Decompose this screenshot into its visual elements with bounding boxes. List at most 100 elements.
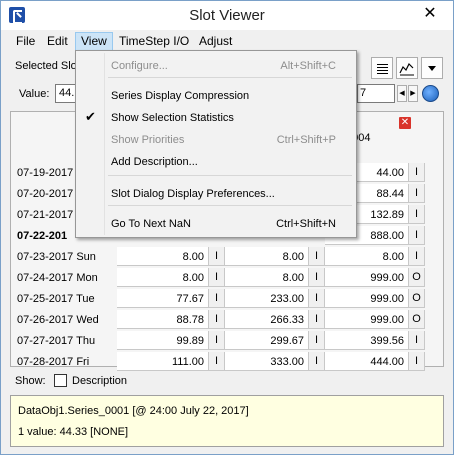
row-date: 07-25-2017 Tue (17, 293, 95, 305)
menu-item-configure: Configure... Alt+Shift+C (78, 56, 354, 76)
flag-cell: I (209, 331, 225, 350)
value-cell[interactable]: 8.00 (117, 268, 209, 287)
value-cell[interactable]: 999.00 (325, 310, 409, 329)
table-row[interactable]: 07-25-2017 Tue 77.67 I 233.00 I 999.00 O (11, 289, 443, 309)
menu-item-label: Show Selection Statistics (111, 112, 234, 124)
menu-item-add-description[interactable]: Add Description... (78, 152, 354, 172)
value-cell[interactable]: 77.67 (117, 289, 209, 308)
value-cell[interactable]: 299.67 (225, 331, 309, 350)
close-column-icon[interactable]: ✕ (399, 117, 411, 129)
value-cell[interactable]: 8.00 (225, 247, 309, 266)
title-bar[interactable]: Slot Viewer ✕ (1, 1, 453, 30)
value-cell[interactable]: 399.56 (325, 331, 409, 350)
flag-cell: I (209, 247, 225, 266)
chart-view-button[interactable] (396, 57, 418, 79)
date-input[interactable]: 7 (357, 84, 395, 103)
flag-cell: I (409, 352, 425, 371)
flag-cell: I (409, 226, 425, 245)
value-cell[interactable]: 999.00 (325, 289, 409, 308)
cell-value: 8.00 (182, 272, 204, 284)
value-cell[interactable]: 99.89 (117, 331, 209, 350)
menu-view[interactable]: View (75, 32, 113, 51)
value-cell[interactable]: 333.00 (225, 352, 309, 371)
menu-item-label: Show Priorities (111, 134, 185, 146)
menu-item-go-to-next-nan[interactable]: Go To Next NaN Ctrl+Shift+N (78, 214, 354, 234)
value-cell[interactable]: 8.00 (325, 247, 409, 266)
description-label[interactable]: Description (72, 375, 127, 387)
table-row[interactable]: 07-23-2017 Sun 8.00 I 8.00 I 8.00 I (11, 247, 443, 267)
show-label: Show: (15, 375, 46, 387)
flag-cell: I (309, 352, 325, 371)
flag-cell: I (309, 268, 325, 287)
value-cell[interactable]: 444.00 (325, 352, 409, 371)
menu-item-shortcut: Alt+Shift+C (280, 60, 336, 72)
cell-value: 8.00 (382, 251, 404, 263)
table-row[interactable]: 07-24-2017 Mon 8.00 I 8.00 I 999.00 O (11, 268, 443, 288)
spin-right-button[interactable]: ▶ (408, 85, 418, 102)
spin-left-icon: ◀ (399, 90, 405, 97)
menu-item-series-display-compression[interactable]: Series Display Compression (78, 86, 354, 106)
row-date: 07-19-2017 (17, 167, 74, 179)
chart-view-icon (399, 62, 414, 76)
menu-item-label: Series Display Compression (111, 90, 250, 102)
flag-cell: I (309, 289, 325, 308)
row-date: 07-27-2017 Thu (17, 335, 96, 347)
check-icon: ✔ (85, 109, 96, 124)
status-panel: DataObj1.Series_0001 [@ 24:00 July 22, 2… (10, 395, 444, 447)
flag-cell: I (209, 352, 225, 371)
value-cell[interactable]: 8.00 (117, 247, 209, 266)
value-cell[interactable]: 88.78 (117, 310, 209, 329)
cell-value: 233.00 (270, 293, 304, 305)
view-menu-dropdown: Configure... Alt+Shift+C Series Display Co… (75, 50, 357, 238)
row-date: 07-20-2017 (17, 188, 74, 200)
value-cell[interactable]: 266.33 (225, 310, 309, 329)
menu-item-shortcut: Ctrl+Shift+N (276, 218, 336, 230)
cell-value: 44.00 (376, 167, 404, 179)
menu-item-label: Add Description... (111, 156, 198, 168)
list-view-button[interactable] (371, 57, 393, 79)
description-checkbox[interactable] (54, 374, 67, 387)
cell-value: 8.00 (182, 251, 204, 263)
flag-cell: I (209, 268, 225, 287)
flag-cell: I (209, 289, 225, 308)
flag-cell: I (409, 163, 425, 182)
status-value-text: 1 value: 44.33 [NONE] (18, 426, 129, 438)
flag-cell: O (409, 268, 425, 287)
table-row[interactable]: 07-27-2017 Thu 99.89 I 299.67 I 399.56 I (11, 331, 443, 351)
menu-adjust[interactable]: Adjust (194, 32, 237, 51)
cell-value: 8.00 (282, 251, 304, 263)
flag-cell: I (309, 247, 325, 266)
cell-value: 99.89 (176, 335, 204, 347)
menu-item-label: Slot Dialog Display Preferences... (111, 188, 275, 200)
cell-value: 88.44 (376, 188, 404, 200)
table-row[interactable]: 07-28-2017 Fri 111.00 I 333.00 I 444.00 I (11, 352, 443, 372)
menu-edit[interactable]: Edit (42, 32, 73, 51)
value-cell[interactable]: 233.00 (225, 289, 309, 308)
flag-cell: I (209, 310, 225, 329)
row-date: 07-21-2017 (17, 209, 74, 221)
menu-file[interactable]: File (11, 32, 40, 51)
cell-value: 999.00 (370, 314, 404, 326)
menu-timestep-io[interactable]: TimeStep I/O (114, 32, 194, 51)
close-window-button[interactable]: ✕ (413, 3, 447, 25)
cell-value: 111.00 (171, 356, 204, 368)
menu-item-slot-dialog-display-preferences[interactable]: Slot Dialog Display Preferences... (78, 184, 354, 204)
value-cell[interactable]: 111.00 (117, 352, 209, 371)
value-cell[interactable]: 999.00 (325, 268, 409, 287)
menu-item-show-selection-statistics[interactable]: ✔ Show Selection Statistics (78, 108, 354, 128)
cell-value: 888.00 (370, 230, 404, 242)
flag-cell: I (409, 184, 425, 203)
cell-value: 399.56 (370, 335, 404, 347)
spin-left-button[interactable]: ◀ (397, 85, 407, 102)
options-dropdown-button[interactable] (421, 57, 443, 79)
table-row[interactable]: 07-26-2017 Wed 88.78 I 266.33 I 999.00 O (11, 310, 443, 330)
menu-bar: File Edit View TimeStep I/O Adjust (1, 30, 453, 51)
flag-cell: O (409, 310, 425, 329)
flag-cell: I (409, 247, 425, 266)
menu-separator (108, 77, 352, 78)
window-title: Slot Viewer (189, 7, 265, 24)
globe-icon[interactable] (422, 85, 439, 102)
value-cell[interactable]: 8.00 (225, 268, 309, 287)
status-slot-text: DataObj1.Series_0001 [@ 24:00 July 22, 2… (18, 405, 249, 417)
row-date: 07-26-2017 Wed (17, 314, 99, 326)
